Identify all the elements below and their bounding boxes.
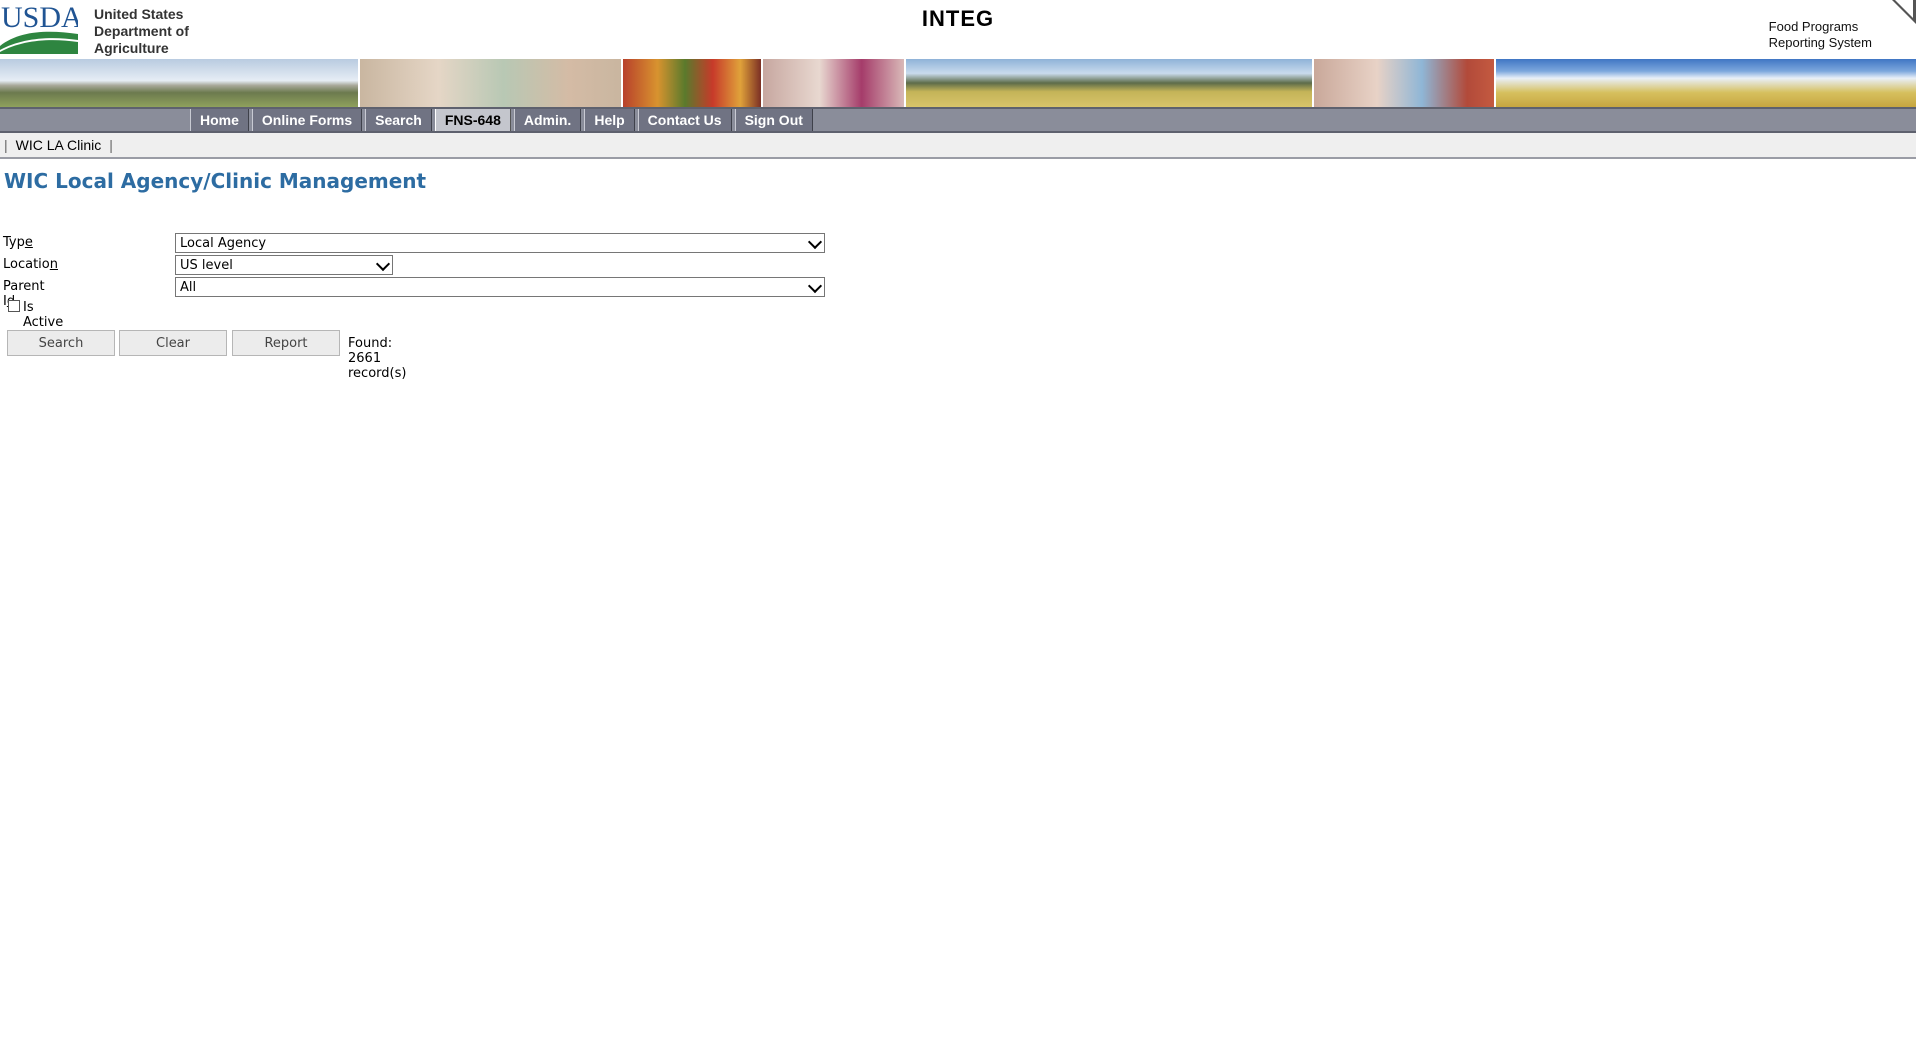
type-select[interactable]: Local Agency xyxy=(175,233,825,253)
clear-button[interactable]: Clear xyxy=(119,330,227,356)
chevron-down-icon xyxy=(375,256,391,272)
system-name: Food Programs Reporting System xyxy=(1769,19,1872,51)
app-title: INTEG xyxy=(921,6,995,31)
photo-banner xyxy=(0,58,1916,107)
breadcrumb-separator: | xyxy=(109,137,113,153)
page-title: WIC Local Agency/Clinic Management xyxy=(4,169,427,193)
breadcrumb-link-wic-la-clinic[interactable]: WIC LA Clinic xyxy=(12,137,106,153)
corner-fold-icon xyxy=(1892,0,1916,24)
location-select-value: US level xyxy=(180,258,233,273)
chevron-down-icon xyxy=(807,278,823,294)
banner-image-landscape xyxy=(906,59,1314,107)
is-active-label: Is Active xyxy=(23,300,64,330)
nav-sign-out[interactable]: Sign Out xyxy=(734,109,813,131)
breadcrumb-separator: | xyxy=(4,137,8,153)
system-line: Food Programs xyxy=(1768,19,1859,34)
banner-image-produce xyxy=(623,59,763,107)
chevron-down-icon xyxy=(807,234,823,250)
nav-search[interactable]: Search xyxy=(365,109,432,131)
nav-fns-648[interactable]: FNS-648 xyxy=(434,109,511,131)
nav-help[interactable]: Help xyxy=(584,109,635,131)
banner-image-farmland xyxy=(0,59,360,107)
type-label: Type xyxy=(3,235,33,250)
banner-image-mother-child xyxy=(763,59,906,107)
nav-online-forms[interactable]: Online Forms xyxy=(251,109,363,131)
parent-id-select[interactable]: All xyxy=(175,277,825,297)
record-count: Found: 2661 record(s) xyxy=(348,336,407,381)
nav-home[interactable]: Home xyxy=(190,109,249,131)
nav-admin[interactable]: Admin. xyxy=(513,109,582,131)
main-nav: Home Online Forms Search FNS-648 Admin. … xyxy=(0,107,1916,133)
search-button[interactable]: Search xyxy=(7,330,115,356)
banner-image-wheat-field xyxy=(1496,59,1916,107)
system-line: Reporting System xyxy=(1768,35,1872,50)
banner-image-children xyxy=(1314,59,1496,107)
report-button[interactable]: Report xyxy=(232,330,340,356)
parent-id-select-value: All xyxy=(180,280,197,295)
nav-contact-us[interactable]: Contact Us xyxy=(637,109,732,131)
banner-image-family-meal xyxy=(360,59,623,107)
location-select[interactable]: US level xyxy=(175,255,393,275)
location-label: Location xyxy=(3,257,58,272)
breadcrumb: | WIC LA Clinic | xyxy=(0,133,1916,159)
type-select-value: Local Agency xyxy=(180,236,267,251)
site-header: USDA United States Department of Agricul… xyxy=(0,0,1916,58)
agency-line: Agriculture xyxy=(94,40,169,56)
is-active-checkbox[interactable] xyxy=(8,300,20,312)
